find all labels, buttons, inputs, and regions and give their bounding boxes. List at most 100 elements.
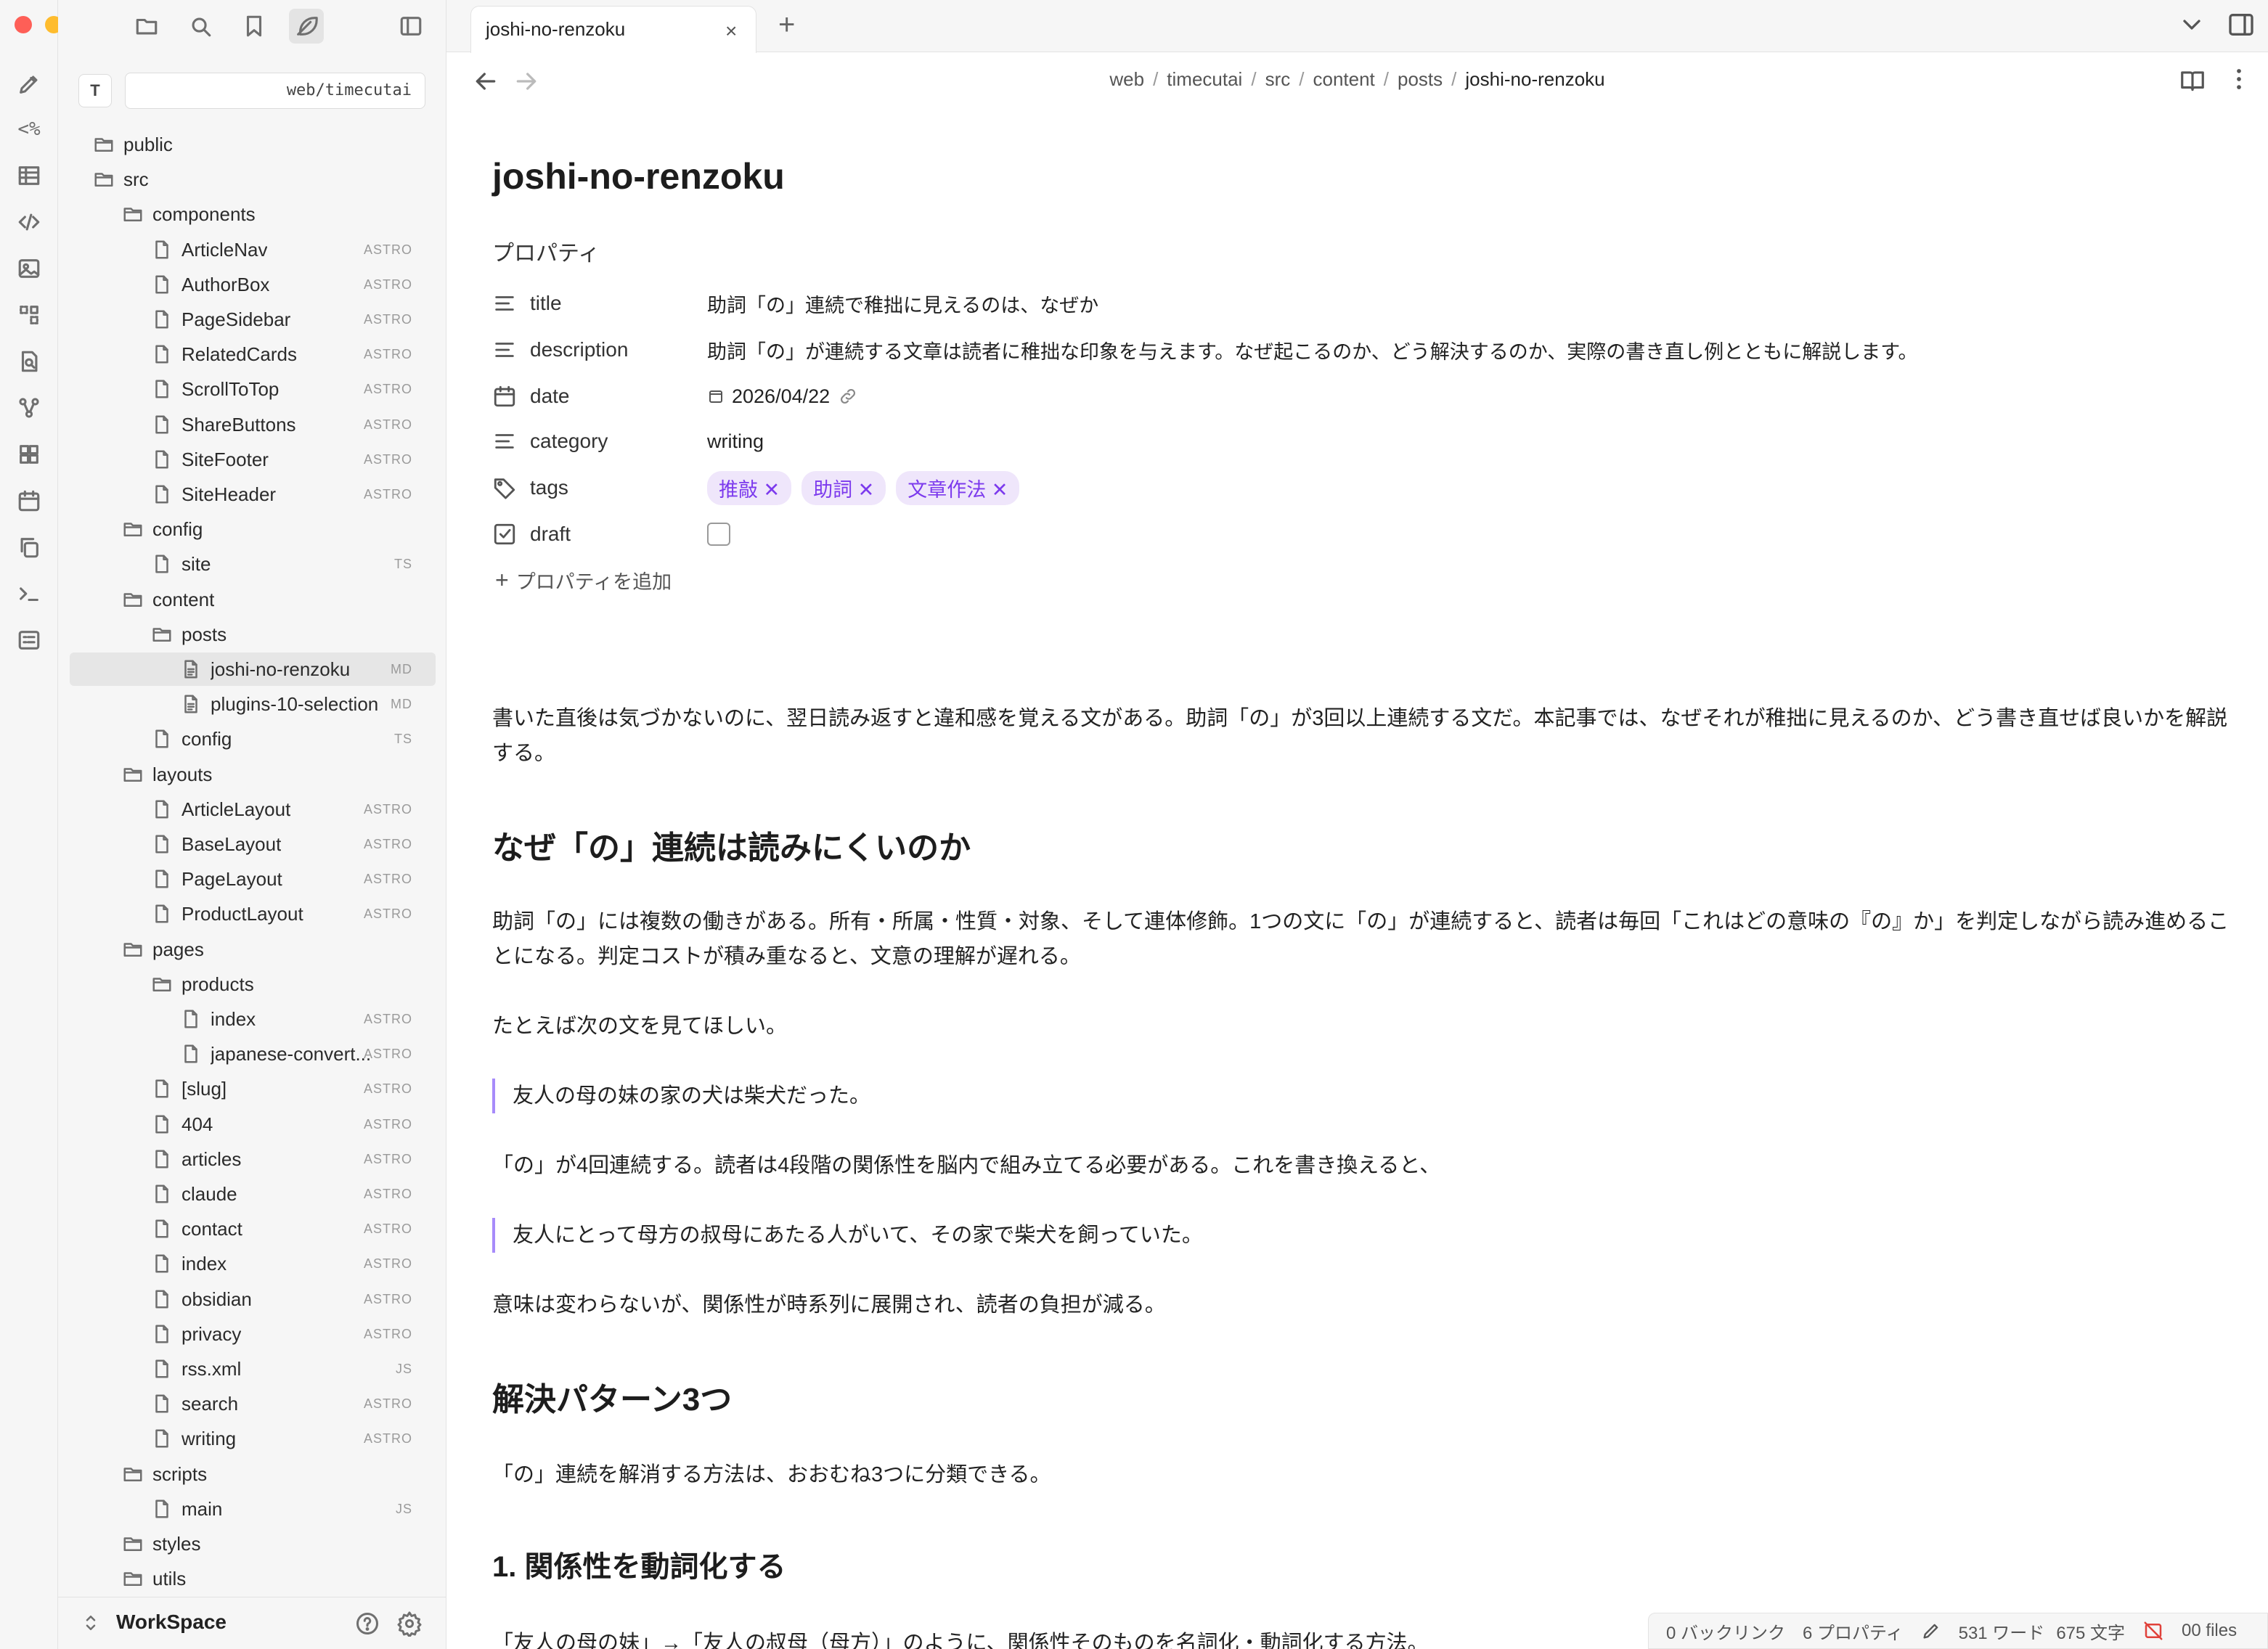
close-tab-icon[interactable]: ×: [725, 20, 737, 43]
property-key[interactable]: title: [530, 292, 707, 315]
property-value[interactable]: 助詞「の」が連続する文章は読者に稚拙な印象を与えます。なぜ起こるのか、どう解決す…: [707, 336, 1918, 364]
tree-file[interactable]: PageLayout ASTRO: [144, 862, 436, 896]
bookmark-icon[interactable]: [237, 9, 272, 44]
heading-3[interactable]: 1. 関係性を動詞化する: [492, 1543, 786, 1585]
tree-file[interactable]: ArticleLayout ASTRO: [144, 793, 436, 826]
gear-icon[interactable]: [396, 1611, 423, 1637]
paragraph[interactable]: 「の」連続を解消する方法は、おおむね3つに分類できる。: [492, 1457, 2235, 1492]
property-value[interactable]: 2026/04/22: [732, 385, 830, 408]
property-key[interactable]: tags: [530, 476, 707, 499]
tree-file[interactable]: site TS: [144, 547, 436, 581]
property-category[interactable]: category writing: [492, 421, 2235, 462]
breadcrumb-timecutai[interactable]: timecutai: [1167, 68, 1242, 90]
tree-folder[interactable]: src: [86, 163, 436, 196]
property-key[interactable]: date: [530, 385, 707, 408]
search-icon[interactable]: [183, 9, 218, 44]
tree-folder[interactable]: styles: [115, 1527, 436, 1560]
tree-file[interactable]: SiteHeader ASTRO: [144, 478, 436, 511]
tree-file[interactable]: RelatedCards ASTRO: [144, 337, 436, 371]
paragraph[interactable]: たとえば次の文を見てほしい。: [492, 1009, 2235, 1044]
tab-joshi-no-renzoku[interactable]: joshi-no-renzoku ×: [470, 6, 756, 53]
breadcrumb-content[interactable]: content: [1313, 68, 1374, 90]
property-tags[interactable]: tags 推敲 ✕ 助詞 ✕ 文章作法 ✕: [492, 467, 2235, 508]
code-icon[interactable]: [10, 203, 48, 241]
property-key[interactable]: category: [530, 430, 707, 453]
property-key[interactable]: description: [530, 338, 707, 361]
more-options-icon[interactable]: [2225, 65, 2253, 93]
tree-folder[interactable]: pages: [115, 933, 436, 966]
paragraph[interactable]: 「の」が4回連続する。読者は4段階の関係性を脳内で組み立てる必要がある。これを書…: [492, 1148, 2235, 1183]
tree-file[interactable]: ScrollToTop ASTRO: [144, 372, 436, 406]
paragraph[interactable]: 意味は変わらないが、関係性が時系列に展開され、読者の負担が減る。: [492, 1288, 2235, 1322]
tree-folder[interactable]: public: [86, 128, 436, 161]
backlinks-count[interactable]: 0 バックリンク: [1666, 1619, 1785, 1644]
properties-count[interactable]: 6 プロパティ: [1803, 1619, 1904, 1644]
breadcrumb-posts[interactable]: posts: [1398, 68, 1443, 90]
tree-file[interactable]: japanese-convert... ASTRO: [173, 1037, 436, 1071]
tree-file[interactable]: ArticleNav ASTRO: [144, 233, 436, 266]
tag-pill[interactable]: 文章作法 ✕: [896, 470, 1020, 505]
graph-icon[interactable]: [10, 389, 48, 427]
tree-file[interactable]: writing ASTRO: [144, 1422, 436, 1455]
tree-file[interactable]: PageSidebar ASTRO: [144, 303, 436, 336]
tree-file[interactable]: BaseLayout ASTRO: [144, 827, 436, 861]
sync-off-icon[interactable]: [2142, 1620, 2164, 1642]
note-title[interactable]: joshi-no-renzoku: [492, 155, 785, 197]
vault-path-field[interactable]: web/timecutai: [125, 73, 425, 109]
paragraph[interactable]: 書いた直後は気づかないのに、翌日読み返すと違和感を覚える文がある。助詞「の」が3…: [492, 701, 2235, 771]
file-search-icon[interactable]: [10, 343, 48, 380]
property-value[interactable]: 助詞「の」連続で稚拙に見えるのは、なぜか: [707, 290, 1098, 318]
tree-file[interactable]: SiteFooter ASTRO: [144, 443, 436, 476]
pencil-icon[interactable]: [1921, 1621, 1941, 1641]
breadcrumb-web[interactable]: web: [1109, 68, 1144, 90]
heading-2[interactable]: 解決パターン3つ: [492, 1373, 732, 1420]
close-window-button[interactable]: [15, 16, 32, 33]
calendar-icon[interactable]: [10, 482, 48, 520]
feather-icon[interactable]: [289, 9, 324, 44]
property-description[interactable]: description 助詞「の」が連続する文章は読者に稚拙な印象を与えます。な…: [492, 330, 2235, 370]
tree-file[interactable]: plugins-10-selection MD: [173, 687, 436, 721]
folder-icon[interactable]: [129, 9, 164, 44]
tree-file[interactable]: rss.xml JS: [144, 1352, 436, 1386]
vault-avatar[interactable]: T: [78, 74, 112, 107]
paragraph[interactable]: 助詞「の」には複数の働きがある。所有・所属・性質・対象、そして連体修飾。1つの文…: [492, 904, 2235, 974]
table-icon[interactable]: [10, 157, 48, 195]
chevron-down-icon[interactable]: [2177, 10, 2206, 39]
tree-file[interactable]: main JS: [144, 1492, 436, 1526]
tree-file[interactable]: index ASTRO: [173, 1002, 436, 1036]
pen-icon[interactable]: [10, 65, 48, 103]
tree-file[interactable]: obsidian ASTRO: [144, 1282, 436, 1316]
link-icon[interactable]: [839, 387, 857, 406]
tree-folder[interactable]: layouts: [115, 758, 436, 791]
right-sidebar-toggle-icon[interactable]: [2227, 10, 2256, 39]
tree-file[interactable]: contact ASTRO: [144, 1212, 436, 1245]
draft-checkbox[interactable]: [707, 523, 730, 546]
workspace-name[interactable]: WorkSpace: [116, 1611, 227, 1634]
tree-file[interactable]: ShareButtons ASTRO: [144, 408, 436, 441]
heading-2[interactable]: なぜ「の」連続は読みにくいのか: [492, 822, 971, 868]
help-icon[interactable]: [354, 1611, 380, 1637]
tree-file[interactable]: index ASTRO: [144, 1247, 436, 1280]
tree-folder[interactable]: products: [144, 967, 436, 1001]
breadcrumb-current[interactable]: joshi-no-renzoku: [1465, 68, 1604, 90]
property-draft[interactable]: draft: [492, 514, 2235, 555]
tree-file[interactable]: articles ASTRO: [144, 1142, 436, 1176]
properties-heading[interactable]: プロパティ: [492, 235, 600, 267]
tag-pill[interactable]: 助詞 ✕: [801, 470, 886, 505]
property-value[interactable]: writing: [707, 430, 764, 453]
percent-code-icon[interactable]: <%: [10, 110, 48, 148]
tree-folder[interactable]: components: [115, 197, 436, 231]
breadcrumb-src[interactable]: src: [1265, 68, 1291, 90]
tree-file[interactable]: config TS: [144, 722, 436, 756]
tree-folder[interactable]: content: [115, 583, 436, 616]
tag-pill[interactable]: 推敲 ✕: [707, 470, 792, 505]
tree-file[interactable]: claude ASTRO: [144, 1177, 436, 1211]
dashed-blocks-icon[interactable]: [10, 296, 48, 334]
grid-icon[interactable]: [10, 435, 48, 473]
tree-file[interactable]: joshi-no-renzoku MD: [70, 652, 436, 686]
tree-folder[interactable]: posts: [144, 618, 436, 651]
property-date[interactable]: date 2026/04/22: [492, 376, 2235, 417]
image-icon[interactable]: [10, 250, 48, 287]
chevron-updown-icon[interactable]: [80, 1612, 102, 1634]
tree-file[interactable]: search ASTRO: [144, 1387, 436, 1420]
